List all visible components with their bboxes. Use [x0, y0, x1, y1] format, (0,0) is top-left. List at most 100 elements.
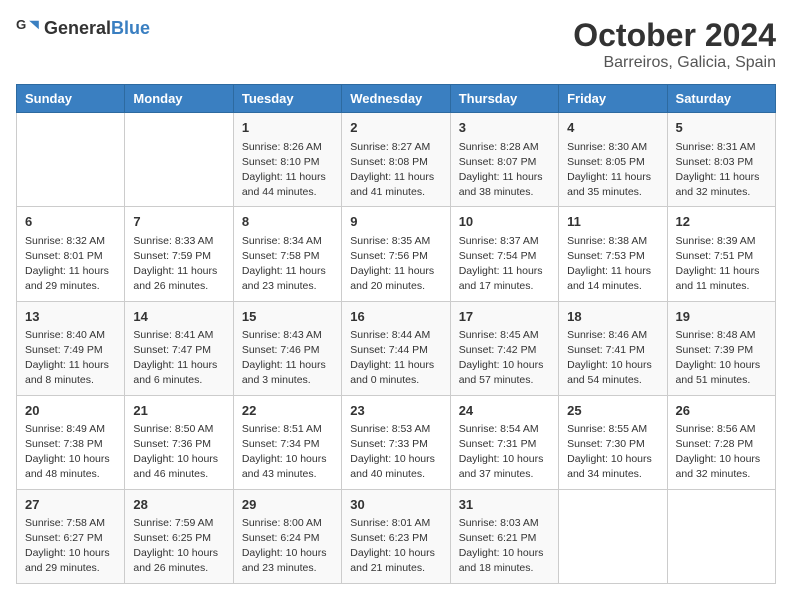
day-number: 14 [133, 308, 224, 326]
day-info: Sunrise: 8:48 AM Sunset: 7:39 PM Dayligh… [676, 328, 767, 389]
calendar-cell: 14 Sunrise: 8:41 AM Sunset: 7:47 PM Dayli… [125, 301, 233, 395]
calendar-cell: 5Sunrise: 8:31 AM Sunset: 8:03 PM Daylig… [667, 113, 775, 207]
day-number: 5 [676, 119, 767, 137]
day-number: 19 [676, 308, 767, 326]
day-info: Sunrise: 8:26 AM Sunset: 8:10 PM Dayligh… [242, 140, 333, 201]
day-number: 22 [242, 402, 333, 420]
header-tuesday: Tuesday [233, 85, 341, 113]
day-number: 31 [459, 496, 550, 514]
calendar-week-4: 27 Sunrise: 7:58 AM Sunset: 6:27 PM Dayli… [17, 489, 776, 583]
day-info: Sunrise: 8:32 AM Sunset: 8:01 PM Dayligh… [25, 234, 116, 295]
calendar-cell: 4 Sunrise: 8:30 AM Sunset: 8:05 PM Daylig… [559, 113, 667, 207]
calendar-cell: 29 Sunrise: 8:00 AM Sunset: 6:24 PM Dayli… [233, 489, 341, 583]
day-info: Sunrise: 8:00 AM Sunset: 6:24 PM Dayligh… [242, 516, 333, 577]
calendar-cell: 7 Sunrise: 8:33 AM Sunset: 7:59 PM Daylig… [125, 207, 233, 301]
month-title: October 2024 [573, 16, 776, 54]
calendar-cell: 23Sunrise: 8:53 AM Sunset: 7:33 PM Dayli… [342, 395, 450, 489]
svg-text:G: G [16, 17, 26, 32]
calendar-cell: 12Sunrise: 8:39 AM Sunset: 7:51 PM Dayli… [667, 207, 775, 301]
day-number: 3 [459, 119, 550, 137]
day-info: Sunrise: 8:28 AM Sunset: 8:07 PM Dayligh… [459, 140, 550, 201]
header-saturday: Saturday [667, 85, 775, 113]
day-info: Sunrise: 8:30 AM Sunset: 8:05 PM Dayligh… [567, 140, 658, 201]
day-number: 7 [133, 213, 224, 231]
page-header: G GeneralBlue October 2024 Barreiros, Ga… [16, 16, 776, 72]
calendar-cell: 9Sunrise: 8:35 AM Sunset: 7:56 PM Daylig… [342, 207, 450, 301]
calendar-cell: 11 Sunrise: 8:38 AM Sunset: 7:53 PM Dayli… [559, 207, 667, 301]
day-number: 13 [25, 308, 116, 326]
calendar-cell: 26Sunrise: 8:56 AM Sunset: 7:28 PM Dayli… [667, 395, 775, 489]
calendar-cell: 18Sunrise: 8:46 AM Sunset: 7:41 PM Dayli… [559, 301, 667, 395]
day-number: 6 [25, 213, 116, 231]
day-info: Sunrise: 8:41 AM Sunset: 7:47 PM Dayligh… [133, 328, 224, 389]
day-number: 27 [25, 496, 116, 514]
day-info: Sunrise: 8:44 AM Sunset: 7:44 PM Dayligh… [350, 328, 441, 389]
day-info: Sunrise: 8:51 AM Sunset: 7:34 PM Dayligh… [242, 422, 333, 483]
header-wednesday: Wednesday [342, 85, 450, 113]
calendar-table: Sunday Monday Tuesday Wednesday Thursday… [16, 84, 776, 583]
day-number: 4 [567, 119, 658, 137]
day-info: Sunrise: 8:27 AM Sunset: 8:08 PM Dayligh… [350, 140, 441, 201]
calendar-cell: 31 Sunrise: 8:03 AM Sunset: 6:21 PM Dayli… [450, 489, 558, 583]
calendar-cell: 15Sunrise: 8:43 AM Sunset: 7:46 PM Dayli… [233, 301, 341, 395]
calendar-cell: 22 Sunrise: 8:51 AM Sunset: 7:34 PM Dayli… [233, 395, 341, 489]
calendar-cell: 13 Sunrise: 8:40 AM Sunset: 7:49 PM Dayli… [17, 301, 125, 395]
day-info: Sunrise: 7:58 AM Sunset: 6:27 PM Dayligh… [25, 516, 116, 577]
day-number: 29 [242, 496, 333, 514]
calendar-cell: 16 Sunrise: 8:44 AM Sunset: 7:44 PM Dayli… [342, 301, 450, 395]
title-area: October 2024 Barreiros, Galicia, Spain [573, 16, 776, 72]
location-title: Barreiros, Galicia, Spain [573, 54, 776, 72]
day-info: Sunrise: 8:37 AM Sunset: 7:54 PM Dayligh… [459, 234, 550, 295]
day-info: Sunrise: 8:01 AM Sunset: 6:23 PM Dayligh… [350, 516, 441, 577]
header-monday: Monday [125, 85, 233, 113]
calendar-cell: 20Sunrise: 8:49 AM Sunset: 7:38 PM Dayli… [17, 395, 125, 489]
day-number: 16 [350, 308, 441, 326]
day-info: Sunrise: 8:45 AM Sunset: 7:42 PM Dayligh… [459, 328, 550, 389]
day-info: Sunrise: 7:59 AM Sunset: 6:25 PM Dayligh… [133, 516, 224, 577]
day-number: 11 [567, 213, 658, 231]
header-sunday: Sunday [17, 85, 125, 113]
calendar-week-3: 20Sunrise: 8:49 AM Sunset: 7:38 PM Dayli… [17, 395, 776, 489]
calendar-cell: 8 Sunrise: 8:34 AM Sunset: 7:58 PM Daylig… [233, 207, 341, 301]
day-info: Sunrise: 8:35 AM Sunset: 7:56 PM Dayligh… [350, 234, 441, 295]
logo-icon: G [16, 16, 40, 40]
day-info: Sunrise: 8:34 AM Sunset: 7:58 PM Dayligh… [242, 234, 333, 295]
day-number: 28 [133, 496, 224, 514]
day-number: 24 [459, 402, 550, 420]
calendar-header-row: Sunday Monday Tuesday Wednesday Thursday… [17, 85, 776, 113]
calendar-cell: 21 Sunrise: 8:50 AM Sunset: 7:36 PM Dayli… [125, 395, 233, 489]
calendar-week-2: 13 Sunrise: 8:40 AM Sunset: 7:49 PM Dayli… [17, 301, 776, 395]
logo: G GeneralBlue [16, 16, 150, 40]
day-number: 18 [567, 308, 658, 326]
calendar-cell: 27 Sunrise: 7:58 AM Sunset: 6:27 PM Dayli… [17, 489, 125, 583]
calendar-cell: 24 Sunrise: 8:54 AM Sunset: 7:31 PM Dayli… [450, 395, 558, 489]
day-info: Sunrise: 8:56 AM Sunset: 7:28 PM Dayligh… [676, 422, 767, 483]
day-number: 25 [567, 402, 658, 420]
day-number: 2 [350, 119, 441, 137]
calendar-cell [17, 113, 125, 207]
day-info: Sunrise: 8:50 AM Sunset: 7:36 PM Dayligh… [133, 422, 224, 483]
day-number: 21 [133, 402, 224, 420]
day-number: 23 [350, 402, 441, 420]
day-info: Sunrise: 8:43 AM Sunset: 7:46 PM Dayligh… [242, 328, 333, 389]
day-number: 8 [242, 213, 333, 231]
day-info: Sunrise: 8:40 AM Sunset: 7:49 PM Dayligh… [25, 328, 116, 389]
day-info: Sunrise: 8:55 AM Sunset: 7:30 PM Dayligh… [567, 422, 658, 483]
calendar-cell: 10Sunrise: 8:37 AM Sunset: 7:54 PM Dayli… [450, 207, 558, 301]
calendar-cell [559, 489, 667, 583]
calendar-cell: 2 Sunrise: 8:27 AM Sunset: 8:08 PM Daylig… [342, 113, 450, 207]
day-info: Sunrise: 8:54 AM Sunset: 7:31 PM Dayligh… [459, 422, 550, 483]
header-thursday: Thursday [450, 85, 558, 113]
day-info: Sunrise: 8:03 AM Sunset: 6:21 PM Dayligh… [459, 516, 550, 577]
calendar-cell: 3 Sunrise: 8:28 AM Sunset: 8:07 PM Daylig… [450, 113, 558, 207]
calendar-cell: 25 Sunrise: 8:55 AM Sunset: 7:30 PM Dayli… [559, 395, 667, 489]
calendar-cell [125, 113, 233, 207]
calendar-week-0: 1Sunrise: 8:26 AM Sunset: 8:10 PM Daylig… [17, 113, 776, 207]
logo-general: GeneralBlue [44, 18, 150, 39]
calendar-cell: 30 Sunrise: 8:01 AM Sunset: 6:23 PM Dayli… [342, 489, 450, 583]
calendar-cell: 19 Sunrise: 8:48 AM Sunset: 7:39 PM Dayli… [667, 301, 775, 395]
day-number: 30 [350, 496, 441, 514]
day-info: Sunrise: 8:38 AM Sunset: 7:53 PM Dayligh… [567, 234, 658, 295]
calendar-cell [667, 489, 775, 583]
day-info: Sunrise: 8:33 AM Sunset: 7:59 PM Dayligh… [133, 234, 224, 295]
